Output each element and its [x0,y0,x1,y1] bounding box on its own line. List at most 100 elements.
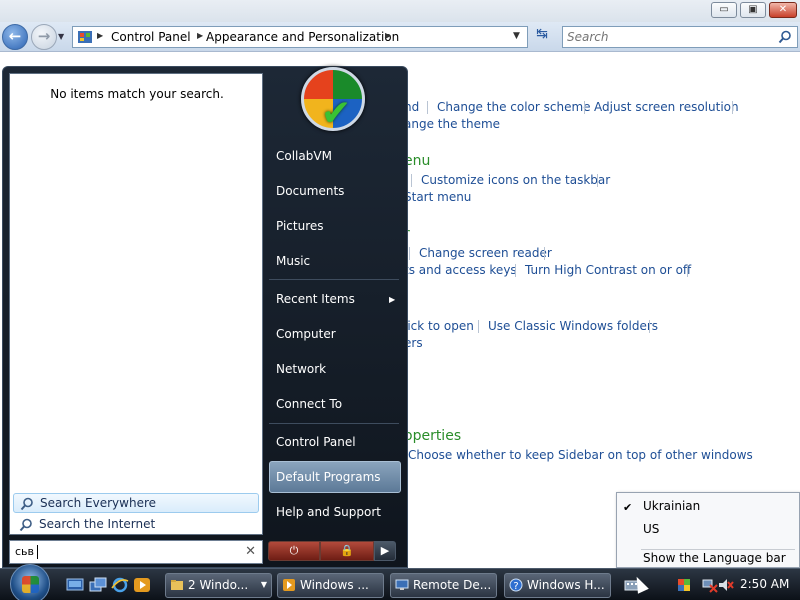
network-disconnected-icon[interactable] [702,577,718,593]
recent-pages-arrow-icon[interactable]: ▼ [58,32,64,41]
search-internet-label: Search the Internet [39,517,156,531]
link-change-screen-reader[interactable]: Change screen reader [419,246,552,260]
taskbar-button-windows-help[interactable]: ? Windows H... [504,573,611,598]
forward-button[interactable]: → [31,24,57,50]
power-options-arrow-icon[interactable]: ▶ [374,541,396,561]
start-item-recent-items[interactable]: Recent Items [276,292,355,306]
title-bar: ▭ ▣ ✕ [0,0,800,22]
svg-text:?: ? [513,581,518,592]
breadcrumb-appearance[interactable]: Appearance and Personalization [206,30,399,44]
taskbar: 2 Windo... ▼ Windows ... Remote De... ? … [0,564,800,600]
close-button[interactable]: ✕ [769,2,797,18]
start-search-input[interactable]: сьв [15,545,34,558]
checkmark-icon: ✔ [321,93,352,134]
link-sidebar-on-top[interactable]: Choose whether to keep Sidebar on top of… [408,448,753,462]
search-everywhere-item[interactable]: Search Everywhere [13,493,259,513]
menu-divider [641,549,795,550]
link-separator [584,101,585,114]
start-search-box[interactable]: сьв ✕ [9,540,263,564]
link-classic-folders[interactable]: Use Classic Windows folders [488,319,658,333]
link-separator [687,264,688,277]
windows-logo-icon [22,576,39,593]
address-dropdown-icon[interactable]: ▼ [513,31,520,41]
link-click-to-open[interactable]: lick to open [404,319,474,333]
sidebar-properties-heading[interactable]: operties [404,428,461,444]
media-player-icon[interactable] [133,577,151,593]
start-item-user[interactable]: CollabVM [276,149,332,163]
link-high-contrast[interactable]: Turn High Contrast on or off [525,263,691,277]
link-separator [411,174,412,187]
no-results-message: No items match your search. [50,87,224,101]
power-buttons: ⏻ 🔒 ▶ [268,541,396,563]
start-item-control-panel[interactable]: Control Panel [276,435,356,449]
language-item-us[interactable]: US [643,522,659,536]
show-desktop-icon[interactable] [66,577,84,593]
start-menu: No items match your search. Search Every… [2,66,408,568]
link-change-color-scheme[interactable]: Change the color scheme [437,100,591,114]
link-adjust-resolution[interactable]: Adjust screen resolution [594,100,739,114]
clear-search-icon[interactable]: ✕ [245,544,256,559]
menu-divider [269,279,399,280]
link-change-theme[interactable]: ange the theme [404,117,500,131]
breadcrumb-control-panel[interactable]: Control Panel [111,30,191,44]
group-arrow-icon: ▼ [260,580,267,589]
start-item-documents[interactable]: Documents [276,184,344,198]
taskbar-button-remote-desktop[interactable]: Remote De... [390,573,497,598]
back-button[interactable]: ← [2,24,28,50]
language-item-ukrainian[interactable]: Ukrainian [643,499,700,513]
volume-muted-icon[interactable] [718,577,734,593]
link-customize-taskbar[interactable]: Customize icons on the taskbar [421,173,610,187]
text-caret [37,545,38,559]
language-menu: ✔ Ukrainian US Show the Language bar [616,492,800,568]
start-item-default-programs[interactable]: Default Programs [276,470,381,484]
search-icon [19,518,32,532]
breadcrumb-separator-icon[interactable]: ▶ [97,31,103,40]
start-item-network[interactable]: Network [276,362,326,376]
internet-explorer-icon[interactable] [111,577,129,593]
checkmark-icon: ✔ [623,501,633,514]
start-item-pictures[interactable]: Pictures [276,219,324,233]
link-start-menu[interactable]: Start menu [404,190,471,204]
start-item-help-support[interactable]: Help and Support [276,505,381,519]
search-everywhere-label: Search Everywhere [40,496,156,510]
help-icon: ? [509,578,523,592]
control-panel-icon [78,31,92,43]
breadcrumb-separator-icon[interactable]: ▶ [197,31,203,40]
task-label: Windows H... [527,578,605,592]
clock[interactable]: 2:50 AM [740,577,789,591]
start-item-connect-to[interactable]: Connect To [276,397,342,411]
search-internet-item[interactable]: Search the Internet [13,515,259,535]
search-input[interactable] [567,28,767,46]
lock-button[interactable]: 🔒 [320,541,374,561]
menu-divider [269,423,399,424]
power-button[interactable]: ⏻ [268,541,320,561]
navigation-bar: ← → ▼ ▶ Control Panel ▶ Appearance and P… [0,22,800,52]
windows-update-icon[interactable] [676,577,692,593]
show-language-bar-item[interactable]: Show the Language bar [643,551,786,565]
link-separator [427,101,428,114]
link-separator [515,264,516,277]
start-item-music[interactable]: Music [276,254,310,268]
maximize-button[interactable]: ▣ [740,2,766,18]
breadcrumb-separator-icon[interactable]: ▶ [385,31,391,40]
address-bar[interactable]: ▶ Control Panel ▶ Appearance and Persona… [72,26,528,48]
search-box[interactable] [562,26,798,48]
remote-desktop-icon [395,579,409,590]
refresh-icon[interactable]: ↹ [530,26,554,48]
link-separator [597,174,598,187]
start-item-computer[interactable]: Computer [276,327,336,341]
task-label: 2 Windo... [188,578,249,592]
link-separator [544,247,545,260]
switch-windows-icon[interactable] [89,577,107,593]
link-separator [409,247,410,260]
taskbar-button-windows-media[interactable]: Windows ... [277,573,384,598]
link-shortcuts[interactable]: ts and access keys [404,263,517,277]
submenu-arrow-icon: ▶ [389,295,396,304]
search-results-pane: No items match your search. Search Every… [9,73,263,535]
search-icon[interactable] [778,30,792,44]
taskbar-button-windows-group[interactable]: 2 Windo... ▼ [165,573,272,598]
link-separator [732,101,733,114]
minimize-button[interactable]: ▭ [711,2,737,18]
start-button[interactable] [10,564,50,600]
task-label: Windows ... [300,578,369,592]
